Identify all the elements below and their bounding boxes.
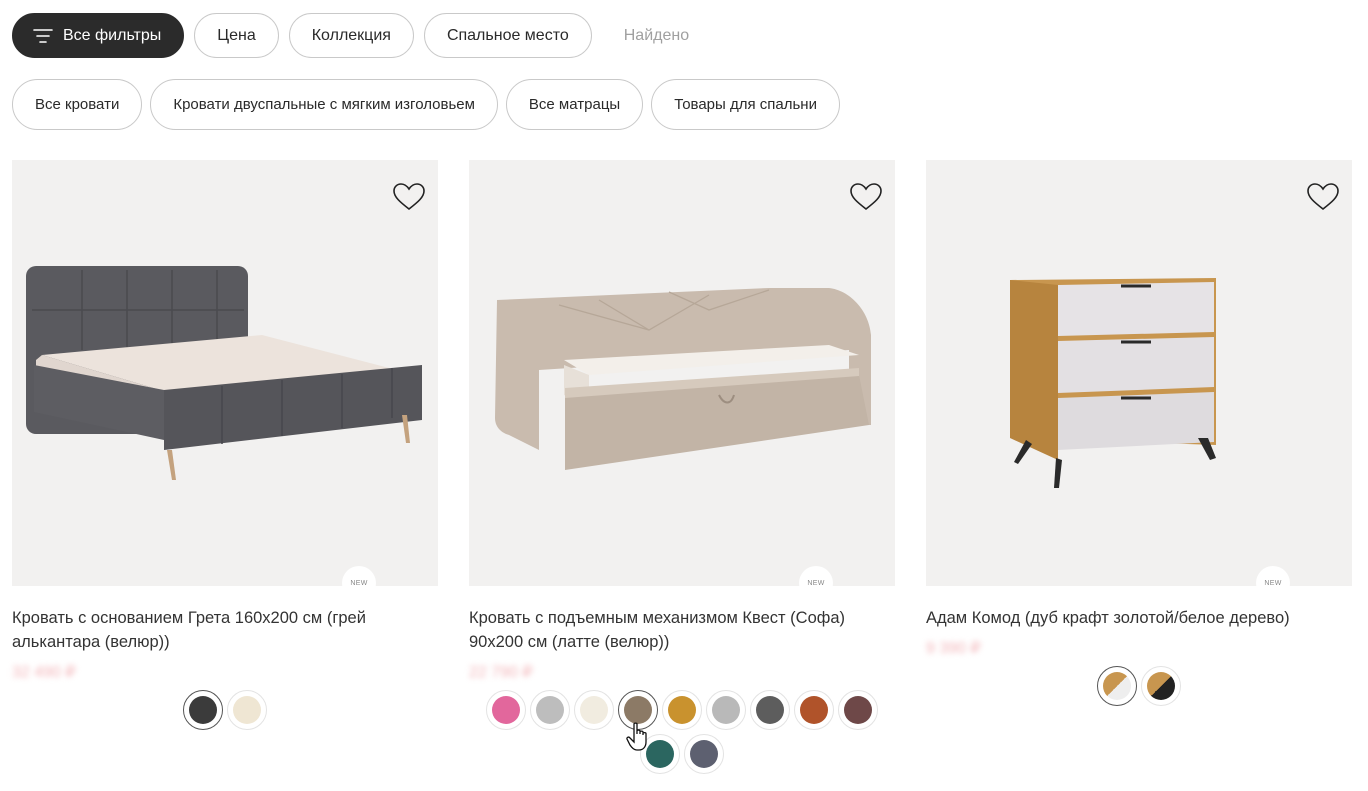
filter-bar: Все фильтры Цена Коллекция Спальное мест… [12,13,689,58]
color-swatch[interactable] [662,690,702,730]
product-title[interactable]: Кровать с основанием Грета 160х200 см (г… [12,606,438,654]
new-badge: NEW [1256,566,1290,600]
product-image[interactable]: NEW [469,160,895,600]
color-swatch[interactable] [183,690,223,730]
color-swatch[interactable] [640,734,680,774]
category-all-beds[interactable]: Все кровати [12,79,143,130]
product-card[interactable]: NEW Кровать с подъемным механизмом Квест… [469,160,895,774]
category-bedroom-goods[interactable]: Товары для спальни [651,79,840,130]
all-filters-button[interactable]: Все фильтры [12,13,185,58]
product-card[interactable]: NEW Кровать с основанием Грета 160х200 с… [12,160,438,730]
bed-image [26,266,422,480]
color-swatches [926,666,1352,706]
category-all-mattresses[interactable]: Все матрацы [505,79,644,130]
found-label: Найдено [623,26,690,44]
color-swatch[interactable] [486,690,526,730]
color-swatch[interactable] [1097,666,1137,706]
category-bar: Все кровати Кровати двуспальные с мягким… [12,79,840,130]
category-double-soft-headboard[interactable]: Кровати двуспальные с мягким изголовьем [150,79,498,130]
color-swatch[interactable] [706,690,746,730]
heart-icon[interactable] [849,182,883,212]
color-swatch[interactable] [794,690,834,730]
product-title[interactable]: Адам Комод (дуб крафт золотой/белое дере… [926,606,1352,630]
sofa-bed-image [495,288,871,470]
product-price: 9 390 ₽ [926,640,981,657]
new-badge: NEW [342,566,376,600]
color-swatch[interactable] [750,690,790,730]
color-swatch[interactable] [838,690,878,730]
heart-icon[interactable] [392,182,426,212]
color-swatches [12,690,438,730]
product-title[interactable]: Кровать с подъемным механизмом Квест (Со… [469,606,895,654]
filter-icon [33,28,53,43]
new-badge: NEW [799,566,833,600]
product-price: 22 790 ₽ [469,664,533,681]
filter-chip-price[interactable]: Цена [194,13,279,58]
all-filters-label: Все фильтры [63,26,162,44]
color-swatch[interactable] [1141,666,1181,706]
color-swatch[interactable] [227,690,267,730]
color-swatch[interactable] [574,690,614,730]
filter-chip-collection[interactable]: Коллекция [288,13,414,58]
heart-icon[interactable] [1306,182,1340,212]
color-swatch[interactable] [618,690,658,730]
color-swatch[interactable] [684,734,724,774]
product-card[interactable]: NEW Адам Комод (дуб крафт золотой/белое … [926,160,1352,706]
product-image[interactable]: NEW [926,160,1352,600]
product-price: 32 490 ₽ [12,664,76,681]
color-swatches [482,690,882,774]
dresser-image [1010,278,1216,488]
color-swatch[interactable] [530,690,570,730]
filter-chip-sleeping-place[interactable]: Спальное место [423,13,592,58]
product-image[interactable]: NEW [12,160,438,600]
